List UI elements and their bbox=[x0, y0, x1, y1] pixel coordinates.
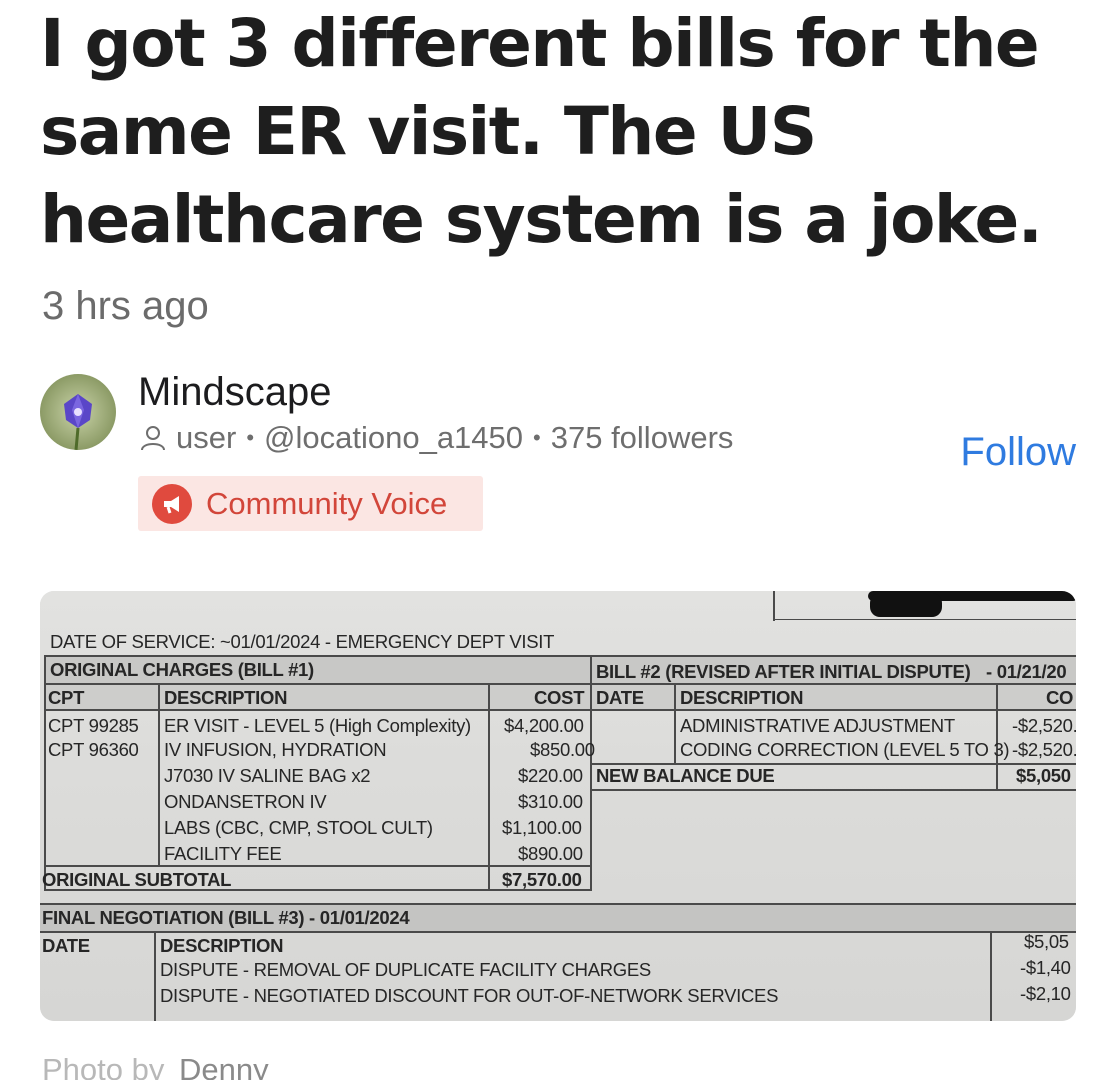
megaphone-icon bbox=[152, 483, 192, 524]
separator-dot: • bbox=[533, 425, 541, 450]
bill1-row-cost: $1,100.00 bbox=[502, 817, 582, 838]
separator-dot: • bbox=[246, 425, 255, 450]
author-meta: user • @locationo_a1450 • 375 followers bbox=[138, 420, 733, 456]
bill3-row-desc: DISPUTE - REMOVAL OF DUPLICATE FACILITY … bbox=[160, 959, 651, 980]
bill3-header: FINAL NEGOTIATION (BILL #3) - 01/01/2024 bbox=[42, 907, 410, 928]
author-handle[interactable]: @locationo_a1450 bbox=[264, 420, 523, 456]
article-title: I got 3 different bills for the same ER … bbox=[40, 5, 1043, 258]
bill3-col-date: DATE bbox=[42, 935, 90, 956]
table-line bbox=[154, 931, 156, 1021]
bill1-row-desc: FACILITY FEE bbox=[164, 843, 282, 864]
bill2-header-date: - 01/21/20 bbox=[986, 661, 1067, 682]
form-border bbox=[773, 591, 775, 621]
bill1-row-desc: J7030 IV SALINE BAG x2 bbox=[164, 765, 371, 786]
author-avatar[interactable] bbox=[40, 374, 116, 450]
table-line bbox=[674, 683, 676, 765]
bill2-col-description: DESCRIPTION bbox=[680, 687, 804, 708]
table-line bbox=[44, 709, 1076, 711]
table-line bbox=[44, 865, 592, 867]
bill3-row-cost: -$2,10 bbox=[1020, 983, 1071, 1004]
table-line bbox=[590, 655, 592, 889]
table-line bbox=[990, 931, 992, 1021]
bill2-balance-value: $5,050 bbox=[1016, 765, 1071, 786]
table-line bbox=[44, 889, 592, 891]
bill1-subtotal-value: $7,570.00 bbox=[502, 869, 582, 890]
caption-prefix: Photo by bbox=[42, 1052, 165, 1080]
author-role: user bbox=[176, 420, 237, 455]
author-name[interactable]: Mindscape bbox=[138, 370, 331, 415]
bill3-col-description: DESCRIPTION bbox=[160, 935, 284, 956]
user-icon bbox=[138, 423, 168, 453]
bill1-row-desc: LABS (CBC, CMP, STOOL CULT) bbox=[164, 817, 433, 838]
bill3-row-cost: $5,05 bbox=[1024, 931, 1069, 952]
bill2-row-desc: CODING CORRECTION (LEVEL 5 TO 3) bbox=[680, 739, 1010, 760]
table-line bbox=[40, 903, 1076, 905]
post-timestamp: 3 hrs ago bbox=[42, 284, 209, 328]
bill3-row-desc: DISPUTE - NEGOTIATED DISCOUNT FOR OUT-OF… bbox=[160, 985, 779, 1006]
bill3-row-cost: -$1,40 bbox=[1020, 957, 1071, 978]
table-line bbox=[44, 655, 46, 889]
bill2-col-cost: CO bbox=[1046, 687, 1074, 708]
bill1-col-description: DESCRIPTION bbox=[164, 687, 288, 708]
community-voice-badge: Community Voice bbox=[138, 476, 483, 531]
bill1-row-cost: $4,200.00 bbox=[504, 715, 584, 736]
table-line bbox=[996, 683, 998, 791]
bill1-row-cpt: CPT 99285 bbox=[48, 715, 139, 736]
badge-label: Community Voice bbox=[206, 485, 448, 521]
bill1-col-cost: COST bbox=[534, 687, 585, 708]
author-block: Mindscape user • @locationo_a1450 • 375 … bbox=[40, 370, 1080, 540]
bill1-row-cost: $850.00 bbox=[530, 739, 595, 760]
bill1-row-desc: ONDANSETRON IV bbox=[164, 791, 327, 812]
table-line bbox=[488, 683, 490, 889]
bill1-col-cpt: CPT bbox=[48, 687, 85, 708]
bill2-row-cost: -$2,520. bbox=[1012, 739, 1076, 760]
follow-button[interactable]: Follow bbox=[960, 430, 1076, 475]
bill1-row-desc: ER VISIT - LEVEL 5 (High Complexity) bbox=[164, 715, 471, 736]
bill2-header: BILL #2 (REVISED AFTER INITIAL DISPUTE) bbox=[596, 661, 971, 682]
bill2-row-desc: ADMINISTRATIVE ADJUSTMENT bbox=[680, 715, 955, 736]
caption-photographer[interactable]: Denny bbox=[179, 1052, 269, 1080]
bill1-row-cost: $220.00 bbox=[518, 765, 583, 786]
bill1-row-cpt: CPT 96360 bbox=[48, 739, 139, 760]
bill1-row-cost: $890.00 bbox=[518, 843, 583, 864]
table-line bbox=[590, 789, 1076, 791]
table-line bbox=[158, 683, 160, 865]
photo-caption: Photo by Denny bbox=[42, 1052, 269, 1080]
date-of-service: DATE OF SERVICE: ~01/01/2024 - EMERGENCY… bbox=[50, 631, 555, 652]
bill2-balance-label: NEW BALANCE DUE bbox=[596, 765, 775, 786]
table-line bbox=[40, 931, 1076, 933]
bill1-row-cost: $310.00 bbox=[518, 791, 583, 812]
bill1-subtotal-label: ORIGINAL SUBTOTAL bbox=[42, 869, 232, 890]
bill1-header: ORIGINAL CHARGES (BILL #1) bbox=[50, 659, 314, 680]
form-border bbox=[773, 619, 1076, 620]
article-photo[interactable]: DATE OF SERVICE: ~01/01/2024 - EMERGENCY… bbox=[40, 591, 1076, 1021]
redaction-mark bbox=[870, 593, 942, 617]
author-followers: 375 followers bbox=[550, 420, 734, 455]
bill2-col-date: DATE bbox=[596, 687, 644, 708]
bill1-row-desc: IV INFUSION, HYDRATION bbox=[164, 739, 387, 760]
bill2-row-cost: -$2,520. bbox=[1012, 715, 1076, 736]
